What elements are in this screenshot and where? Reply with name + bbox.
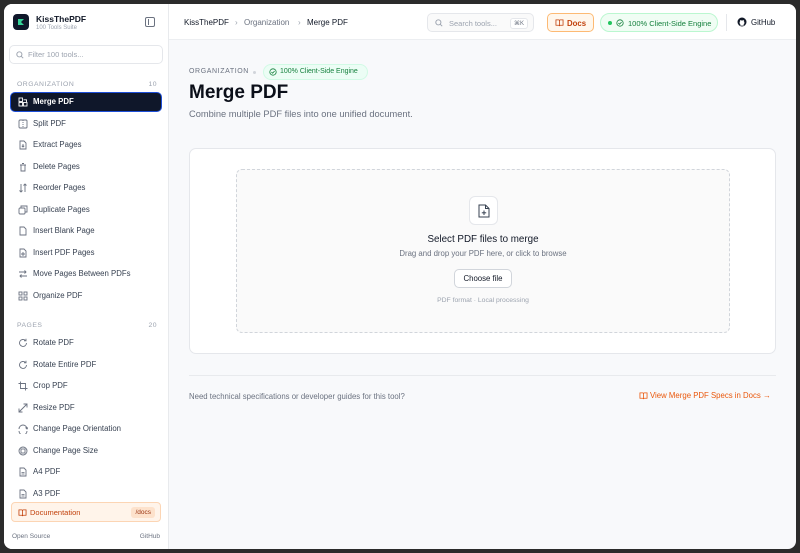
engine-label: 100% Client-Side Engine [628, 19, 712, 28]
search-placeholder: Search tools... [449, 19, 497, 28]
sidebar-item-label: Crop PDF [33, 381, 68, 390]
github-icon [737, 17, 747, 27]
sidebar-item-crop-pdf[interactable]: Crop PDF [11, 377, 161, 395]
category-label: ORGANIZATION [189, 68, 249, 75]
breadcrumb-home[interactable]: KissThePDF [184, 18, 229, 27]
breadcrumb-current: Merge PDF [307, 18, 348, 27]
sidebar-item-label: Rotate Entire PDF [33, 359, 97, 369]
file-dropzone[interactable]: Select PDF files to merge Drag and drop … [236, 169, 730, 333]
topbar: KissThePDF › Organization › Merge PDF Se… [169, 4, 796, 40]
crop-icon [18, 381, 28, 391]
divider [189, 375, 776, 376]
page-title: Merge PDF [189, 82, 289, 103]
upload-card: Select PDF files to merge Drag and drop … [189, 148, 776, 354]
dropzone-subtitle: Drag and drop your PDF here, or click to… [399, 249, 567, 258]
file-plus-icon [469, 196, 498, 225]
engine-badge-label: 100% Client-Side Engine [280, 68, 358, 75]
status-dot-icon [608, 21, 612, 25]
sidebar-item-label: Change Page Orientation [33, 424, 121, 433]
app-window: KissThePDF 100 Tools Suite ORGANIZATION … [4, 4, 796, 549]
dropzone-title: Select PDF files to merge [427, 234, 539, 245]
sidebar-item-change-page-size[interactable]: Change Page Size [11, 442, 161, 460]
page-size-icon [18, 446, 28, 455]
engine-badge: 100% Client-Side Engine [263, 64, 368, 80]
sidebar-footer: Open Source GitHub [12, 533, 160, 540]
docs-button[interactable]: Docs [547, 13, 594, 32]
divider [726, 14, 727, 31]
docs-path-tag: /docs [131, 507, 155, 518]
file-icon [19, 467, 27, 477]
sidebar-github-link[interactable]: GitHub [140, 533, 160, 540]
resize-icon [18, 403, 28, 412]
dropzone-meta: PDF format · Local processing [437, 297, 529, 304]
documentation-label: Documentation [30, 508, 81, 517]
sidebar-item-label: Change Page Size [33, 445, 99, 455]
sidebar-item-label: Rotate PDF [33, 338, 74, 347]
sidebar: KissThePDF 100 Tools Suite ORGANIZATION … [4, 4, 169, 549]
check-circle-icon [269, 68, 277, 76]
separator-dot [253, 71, 256, 74]
documentation-link[interactable]: Documentation /docs [11, 502, 161, 522]
github-label: GitHub [751, 18, 776, 27]
page-subtitle: Combine multiple PDF files into one unif… [189, 109, 413, 119]
check-circle-icon [616, 19, 624, 27]
book-icon [18, 509, 27, 517]
docs-specs-label: View Merge PDF Specs in Docs → [650, 391, 771, 400]
sidebar-item-resize-pdf[interactable]: Resize PDF [11, 399, 161, 417]
sidebar-item-change-page-orientation[interactable]: Change Page Orientation [11, 420, 161, 438]
rotate-icon [19, 338, 27, 347]
top-search-box[interactable]: Search tools... ⌘K [427, 13, 534, 32]
breadcrumb-separator-icon: › [298, 18, 301, 27]
footer-question: Need technical specifications or develop… [189, 392, 405, 401]
sidebar-item-label: A4 PDF [33, 467, 61, 476]
breadcrumb-separator-icon: › [235, 18, 238, 27]
book-icon [555, 19, 564, 27]
search-icon [435, 19, 443, 27]
search-shortcut: ⌘K [509, 18, 528, 29]
sidebar-item-a3-pdf[interactable]: A3 PDF [11, 485, 161, 500]
sidebar-item-a4-pdf[interactable]: A4 PDF [11, 463, 161, 481]
orientation-icon [18, 424, 28, 434]
sidebar-item-label: A3 PDF [33, 488, 61, 498]
engine-status-badge: 100% Client-Side Engine [600, 13, 718, 32]
file-icon [19, 489, 27, 498]
docs-label: Docs [567, 19, 587, 28]
breadcrumb-category[interactable]: Organization [244, 18, 289, 27]
sidebar-item-label: Resize PDF [33, 402, 75, 412]
rotate-icon [19, 360, 27, 369]
choose-file-button[interactable]: Choose file [454, 269, 512, 288]
book-icon [639, 392, 648, 400]
main-content: ORGANIZATION 100% Client-Side Engine Mer… [169, 40, 796, 549]
sidebar-item-rotate-pdf[interactable]: Rotate PDF [11, 334, 161, 352]
open-source-link[interactable]: Open Source [12, 533, 50, 540]
sidebar-item-rotate-entire-pdf[interactable]: Rotate Entire PDF [11, 356, 161, 374]
